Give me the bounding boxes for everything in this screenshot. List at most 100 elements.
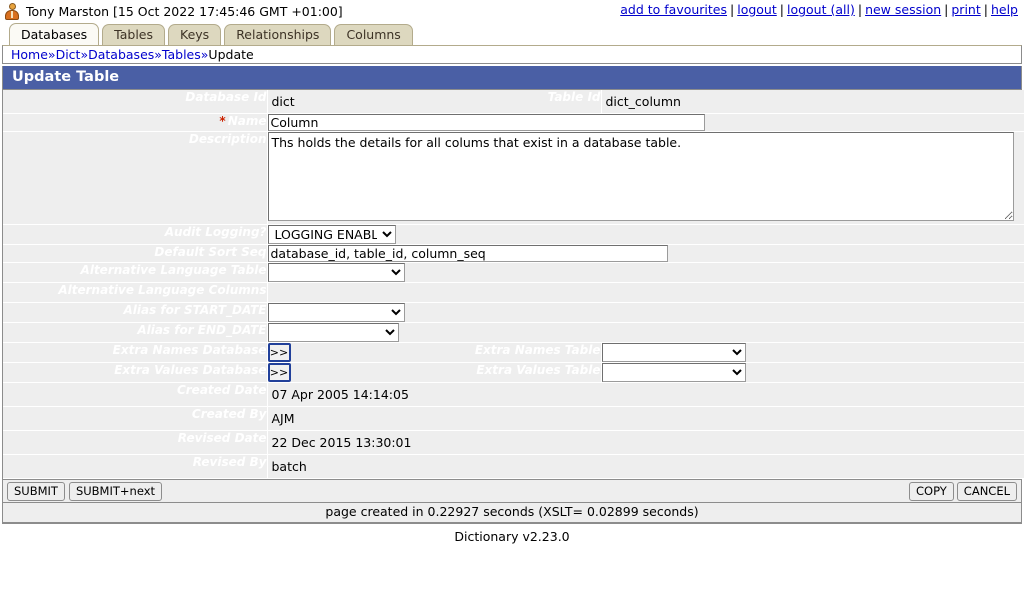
breadcrumb-tables[interactable]: Tables <box>162 47 201 62</box>
breadcrumb: Home»Dict»Databases»Tables»Update <box>2 45 1022 64</box>
breadcrumb-home[interactable]: Home <box>11 47 48 62</box>
label-created-by: Created By <box>3 407 267 431</box>
label-extra-values-table: Extra Values Table <box>433 363 601 383</box>
name-input[interactable] <box>268 114 705 131</box>
top-nav-links: add to favourites|logout|logout (all)|ne… <box>620 2 1018 17</box>
label-database-id: Database Id <box>3 90 267 114</box>
label-revised-by: Revised By <box>3 455 267 479</box>
link-logout-all[interactable]: logout (all) <box>787 2 855 17</box>
alias-end-date-select[interactable] <box>268 323 399 342</box>
user-avatar-icon <box>4 3 20 20</box>
link-add-to-favourites[interactable]: add to favourites <box>620 2 727 17</box>
table-row: Database Id dict Table Id dict_column <box>3 90 1024 114</box>
extra-names-database-picker-button[interactable]: >> <box>268 343 291 362</box>
value-revised-date: 22 Dec 2015 13:30:01 <box>267 431 1024 455</box>
nav-separator: | <box>777 2 787 17</box>
breadcrumb-dict[interactable]: Dict <box>56 47 81 62</box>
label-audit-logging: Audit Logging? <box>3 225 267 245</box>
value-created-date: 07 Apr 2005 14:14:05 <box>267 383 1024 407</box>
tab-columns[interactable]: Columns <box>334 24 412 45</box>
breadcrumb-separator: » <box>154 47 162 62</box>
nav-separator: | <box>941 2 951 17</box>
cancel-button[interactable]: CANCEL <box>957 482 1017 501</box>
user-info: Tony Marston [15 Oct 2022 17:45:46 GMT +… <box>4 3 343 20</box>
nav-separator: | <box>981 2 991 17</box>
label-extra-names-database: Extra Names Database <box>3 343 267 363</box>
table-row: Revised Date 22 Dec 2015 13:30:01 <box>3 431 1024 455</box>
field-cell-description: Ths holds the details for all colums tha… <box>267 132 1024 225</box>
right-button-group: COPY CANCEL <box>909 482 1017 501</box>
breadcrumb-update: Update <box>208 47 253 62</box>
value-database-id: dict <box>267 90 433 114</box>
tab-tables[interactable]: Tables <box>102 24 165 45</box>
extra-values-table-select[interactable] <box>602 363 746 382</box>
link-print[interactable]: print <box>951 2 980 17</box>
value-created-by: AJM <box>267 407 1024 431</box>
description-textarea[interactable]: Ths holds the details for all colums tha… <box>268 132 1014 221</box>
breadcrumb-separator: » <box>80 47 88 62</box>
table-row: Extra Names Database >> Extra Names Tabl… <box>3 343 1024 363</box>
field-cell-alternative-language-table <box>267 263 1024 283</box>
top-bar: Tony Marston [15 Oct 2022 17:45:46 GMT +… <box>0 0 1024 22</box>
label-name-text: Name <box>228 114 267 128</box>
table-row: Alternative Language Table <box>3 263 1024 283</box>
table-row: Created Date 07 Apr 2005 14:14:05 <box>3 383 1024 407</box>
required-asterisk-icon: * <box>219 114 225 128</box>
link-new-session[interactable]: new session <box>865 2 941 17</box>
table-row: *Name <box>3 114 1024 132</box>
label-extra-values-database: Extra Values Database <box>3 363 267 383</box>
audit-logging-select[interactable]: LOGGING ENABLED <box>268 225 396 244</box>
field-cell-default-sort-seq <box>267 245 1024 263</box>
breadcrumb-databases[interactable]: Databases <box>88 47 154 62</box>
field-cell-extra-values-table <box>601 363 1024 383</box>
table-row: Audit Logging? LOGGING ENABLED <box>3 225 1024 245</box>
field-cell-audit-logging: LOGGING ENABLED <box>267 225 1024 245</box>
value-alternative-language-columns <box>267 283 1024 303</box>
extra-names-table-select[interactable] <box>602 343 746 362</box>
page-timing-text: page created in 0.22927 seconds (XSLT= 0… <box>3 503 1021 523</box>
user-session-text: Tony Marston [15 Oct 2022 17:45:46 GMT +… <box>26 4 343 19</box>
default-sort-seq-input[interactable] <box>268 245 668 262</box>
label-alias-end-date: Alias for END_DATE <box>3 323 267 343</box>
table-row: Alias for END_DATE <box>3 323 1024 343</box>
submit-next-button[interactable]: SUBMIT+next <box>69 482 162 501</box>
alternative-language-table-select[interactable] <box>268 263 405 282</box>
table-row: Default Sort Seq <box>3 245 1024 263</box>
label-alias-start-date: Alias for START_DATE <box>3 303 267 323</box>
label-default-sort-seq: Default Sort Seq <box>3 245 267 263</box>
update-table-panel: Update Table Database Id dict Table Id d… <box>2 66 1022 524</box>
nav-separator: | <box>855 2 865 17</box>
label-created-date: Created Date <box>3 383 267 407</box>
table-row: Alias for START_DATE <box>3 303 1024 323</box>
field-cell-alias-end-date <box>267 323 1024 343</box>
field-cell-name <box>267 114 1024 132</box>
label-alternative-language-columns: Alternative Language Columns <box>3 283 267 303</box>
app-version-text: Dictionary v2.23.0 <box>0 524 1024 544</box>
field-cell-extra-names-database: >> <box>267 343 433 363</box>
value-table-id: dict_column <box>601 90 1024 114</box>
label-alternative-language-table: Alternative Language Table <box>3 263 267 283</box>
label-description: Description <box>3 132 267 225</box>
label-revised-date: Revised Date <box>3 431 267 455</box>
tab-bar: Databases Tables Keys Relationships Colu… <box>0 22 1024 45</box>
extra-values-database-picker-button[interactable]: >> <box>268 363 291 382</box>
link-logout[interactable]: logout <box>737 2 777 17</box>
alias-start-date-select[interactable] <box>268 303 405 322</box>
action-button-bar: SUBMIT SUBMIT+next COPY CANCEL <box>3 479 1021 503</box>
table-row: Description Ths holds the details for al… <box>3 132 1024 225</box>
tab-relationships[interactable]: Relationships <box>224 24 331 45</box>
field-cell-extra-names-table <box>601 343 1024 363</box>
link-help[interactable]: help <box>991 2 1018 17</box>
submit-button[interactable]: SUBMIT <box>7 482 65 501</box>
breadcrumb-separator: » <box>48 47 56 62</box>
table-row: Extra Values Database >> Extra Values Ta… <box>3 363 1024 383</box>
copy-button[interactable]: COPY <box>909 482 954 501</box>
table-row: Created By AJM <box>3 407 1024 431</box>
table-row: Revised By batch <box>3 455 1024 479</box>
field-cell-alias-start-date <box>267 303 1024 323</box>
label-extra-names-table: Extra Names Table <box>433 343 601 363</box>
tab-databases[interactable]: Databases <box>9 23 99 45</box>
tab-keys[interactable]: Keys <box>168 24 221 45</box>
field-cell-extra-values-database: >> <box>267 363 433 383</box>
label-name: *Name <box>3 114 267 132</box>
